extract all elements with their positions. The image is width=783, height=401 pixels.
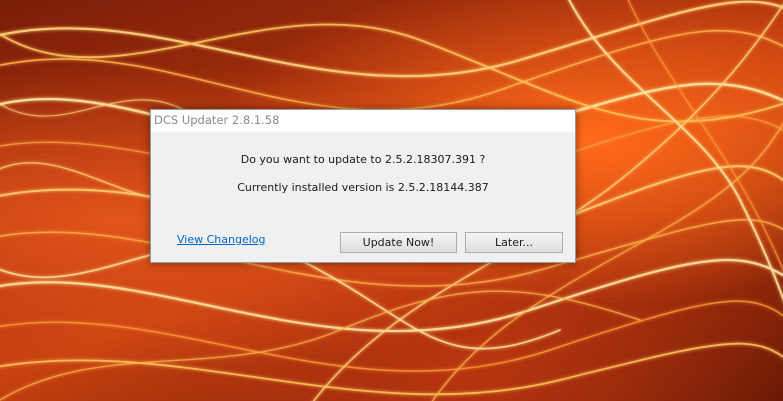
dialog-titlebar[interactable]: DCS Updater 2.8.1.58 <box>151 110 575 132</box>
update-now-button[interactable]: Update Now! <box>340 232 457 253</box>
later-button[interactable]: Later... <box>465 232 563 253</box>
update-dialog: DCS Updater 2.8.1.58 Do you want to upda… <box>150 109 576 263</box>
dialog-title: DCS Updater 2.8.1.58 <box>154 113 280 127</box>
installed-version-text: Currently installed version is 2.5.2.181… <box>237 181 489 194</box>
update-prompt-text: Do you want to update to 2.5.2.18307.391… <box>240 153 486 166</box>
desktop-background: DCS Updater 2.8.1.58 Do you want to upda… <box>0 0 783 401</box>
view-changelog-link[interactable]: View Changelog <box>177 233 265 246</box>
